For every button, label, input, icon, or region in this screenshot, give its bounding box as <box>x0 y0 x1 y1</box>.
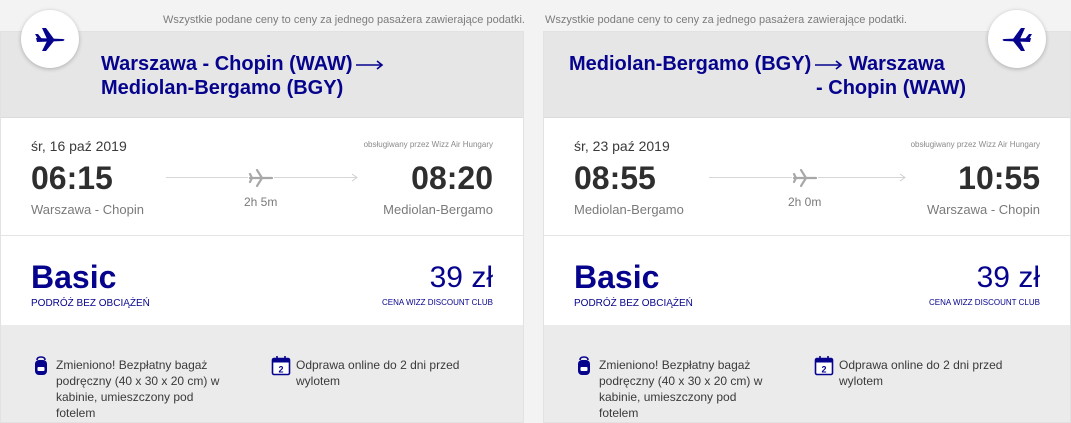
inbound-bag-text: Zmieniono! Bezpłatny bagaż podręczny (40… <box>599 358 763 420</box>
outbound-checkin-info: 2 Odprawa online do 2 dni przed wylotem <box>271 355 501 395</box>
outbound-departure-city: Warszawa - Chopin <box>31 202 144 217</box>
price-notice-outbound: Wszystkie podane ceny to ceny za jednego… <box>163 14 525 26</box>
inbound-flight-card[interactable]: Mediolan-Bergamo (BGY) Warszawa - Chopin… <box>543 31 1071 423</box>
inbound-checkin-text: Odprawa online do 2 dni przed wylotem <box>839 358 1003 388</box>
outbound-fare[interactable]: Basic PODRÓŻ BEZ OBCIĄŻEŃ 39 zł CENA WIZ… <box>1 237 523 325</box>
plane-icon <box>248 168 274 188</box>
backpack-icon <box>578 356 590 375</box>
outbound-route-to: Mediolan-Bergamo (BGY) <box>101 77 344 99</box>
calendar-icon: 2 <box>814 356 834 376</box>
plane-departure-glyph <box>35 28 65 51</box>
outbound-checkin-text: Odprawa online do 2 dni przed wylotem <box>296 358 460 388</box>
inbound-fare-subtitle: PODRÓŻ BEZ OBCIĄŻEŃ <box>574 298 693 309</box>
inbound-date: śr, 23 paź 2019 <box>574 138 670 154</box>
plane-return-icon <box>988 10 1046 68</box>
outbound-duration: 2h 5m <box>244 195 278 209</box>
inbound-flight-details: śr, 23 paź 2019 obsługiwany przez Wizz A… <box>544 118 1070 236</box>
plane-return-glyph <box>1002 28 1032 51</box>
outbound-flight-details: śr, 16 paź 2019 obsługiwany przez Wizz A… <box>1 118 523 236</box>
backpack-icon <box>35 356 47 375</box>
inbound-bag-info: Zmieniono! Bezpłatny bagaż podręczny (40… <box>574 355 784 423</box>
inbound-route-to-line1: Warszawa <box>848 53 945 75</box>
inbound-operator: obsługiwany przez Wizz Air Hungary <box>910 140 1040 149</box>
inbound-arrival-city: Warszawa - Chopin <box>927 202 1040 217</box>
inbound-fare[interactable]: Basic PODRÓŻ BEZ OBCIĄŻEŃ 39 zł CENA WIZ… <box>544 237 1070 325</box>
calendar-icon: 2 <box>271 356 291 376</box>
inbound-route-from: Mediolan-Bergamo (BGY) <box>569 53 812 75</box>
outbound-arrival-time: 08:20 <box>411 160 493 196</box>
inbound-price: 39 zł <box>976 261 1040 294</box>
line-arrow-icon <box>351 173 358 182</box>
inbound-route-to-line2-wrap: - Chopin (WAW) <box>816 76 966 100</box>
inbound-fare-name: Basic <box>574 259 660 295</box>
outbound-card-header: Warszawa - Chopin (WAW) Mediolan-Bergamo… <box>1 32 523 118</box>
checkin-days-badge: 2 <box>821 365 826 375</box>
inbound-departure-city: Mediolan-Bergamo <box>574 202 684 217</box>
price-notice-inbound: Wszystkie podane ceny to ceny za jednego… <box>545 14 907 26</box>
plane-icon <box>792 168 818 188</box>
outbound-date: śr, 16 paź 2019 <box>31 138 127 154</box>
outbound-bag-text: Zmieniono! Bezpłatny bagaż podręczny (40… <box>56 358 220 420</box>
plane-departure-icon <box>21 10 79 68</box>
arrow-right-icon <box>356 60 384 70</box>
outbound-fare-name: Basic <box>31 259 117 295</box>
outbound-bag-info: Zmieniono! Bezpłatny bagaż podręczny (40… <box>31 355 241 423</box>
outbound-arrival-city: Mediolan-Bergamo <box>383 202 493 217</box>
outbound-route-from: Warszawa - Chopin (WAW) <box>101 53 353 75</box>
inbound-route-title: Mediolan-Bergamo (BGY) Warszawa <box>569 52 945 76</box>
inbound-price-note: CENA WIZZ DISCOUNT CLUB <box>929 298 1040 307</box>
inbound-route-to-line2: - Chopin (WAW) <box>816 77 966 99</box>
inbound-checkin-info: 2 Odprawa online do 2 dni przed wylotem <box>814 355 1044 395</box>
outbound-price: 39 zł <box>429 261 493 294</box>
outbound-departure-time: 06:15 <box>31 160 113 196</box>
checkin-days-badge: 2 <box>278 365 283 375</box>
inbound-extras: Zmieniono! Bezpłatny bagaż podręczny (40… <box>544 325 1070 422</box>
inbound-arrival-time: 10:55 <box>958 160 1040 196</box>
inbound-departure-time: 08:55 <box>574 160 656 196</box>
outbound-extras: Zmieniono! Bezpłatny bagaż podręczny (40… <box>1 325 523 422</box>
line-arrow-icon <box>899 173 906 182</box>
inbound-duration: 2h 0m <box>788 195 822 209</box>
outbound-fare-subtitle: PODRÓŻ BEZ OBCIĄŻEŃ <box>31 298 150 309</box>
outbound-price-note: CENA WIZZ DISCOUNT CLUB <box>382 298 493 307</box>
outbound-flight-card[interactable]: Warszawa - Chopin (WAW) Mediolan-Bergamo… <box>0 31 524 423</box>
outbound-route-title: Warszawa - Chopin (WAW) Mediolan-Bergamo… <box>101 52 384 100</box>
arrow-right-icon <box>815 60 843 70</box>
outbound-operator: obsługiwany przez Wizz Air Hungary <box>363 140 493 149</box>
